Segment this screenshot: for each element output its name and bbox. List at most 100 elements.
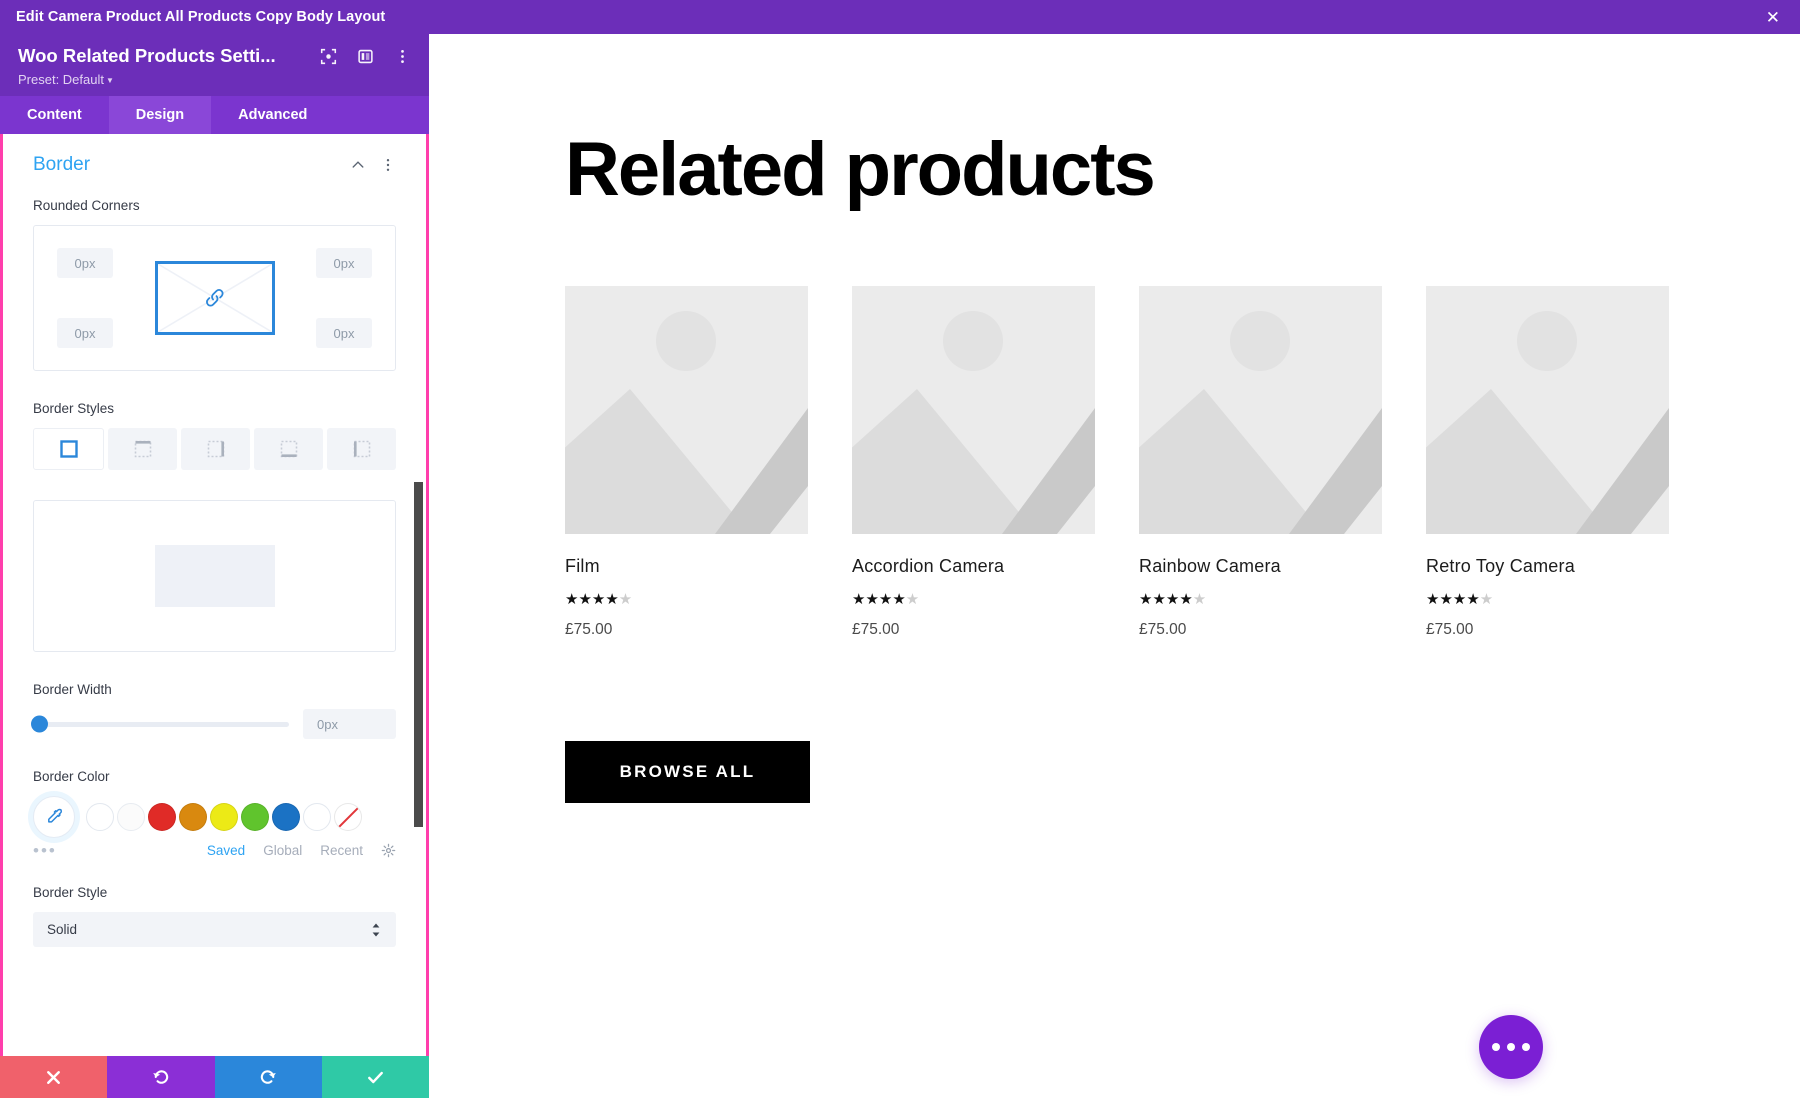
tab-advanced[interactable]: Advanced	[211, 96, 334, 134]
border-style-top-side-button[interactable]	[108, 428, 177, 470]
color-tab-global[interactable]: Global	[263, 843, 302, 858]
preset-selector[interactable]: Preset: Default ▼	[18, 72, 411, 87]
color-swatch-green[interactable]	[241, 803, 269, 831]
product-card[interactable]: Rainbow Camera ★★★★★ £75.00	[1139, 286, 1382, 639]
corner-input-bottom-right[interactable]: 0px	[316, 318, 372, 348]
product-image-placeholder[interactable]	[1139, 286, 1382, 534]
close-x-icon	[47, 1070, 61, 1084]
image-placeholder-icon	[1426, 286, 1669, 534]
top-side-icon	[134, 440, 151, 458]
color-swatch-white-2[interactable]	[303, 803, 331, 831]
product-rating: ★★★★★	[852, 591, 920, 608]
color-swatch-yellow[interactable]	[210, 803, 238, 831]
border-width-control: 0px	[31, 709, 396, 739]
layout-panel-icon[interactable]	[357, 48, 374, 65]
left-side-icon	[353, 440, 370, 458]
tab-content[interactable]: Content	[0, 96, 109, 134]
color-tab-saved[interactable]: Saved	[207, 843, 245, 858]
color-swatch-blue[interactable]	[272, 803, 300, 831]
section-options-vertical-dots-icon[interactable]	[380, 157, 396, 173]
vertical-dots-icon[interactable]	[394, 48, 411, 65]
product-card[interactable]: Film ★★★★★ £75.00	[565, 286, 808, 639]
layout-title: Edit Camera Product All Products Copy Bo…	[16, 9, 386, 25]
border-style-select[interactable]: Solid	[33, 912, 396, 947]
border-style-right-side-button[interactable]	[181, 428, 250, 470]
bottom-side-icon	[280, 440, 297, 458]
close-icon[interactable]: ✕	[1762, 7, 1784, 28]
eyedropper-icon	[47, 808, 62, 823]
color-swatch-red[interactable]	[148, 803, 176, 831]
product-name: Accordion Camera	[852, 556, 1005, 576]
color-swatch-offwhite[interactable]	[117, 803, 145, 831]
product-name: Retro Toy Camera	[1426, 556, 1575, 576]
rounded-corners-label: Rounded Corners	[33, 198, 140, 213]
border-width-input[interactable]: 0px	[303, 709, 396, 739]
select-updown-arrows-icon	[372, 923, 380, 936]
corner-input-top-right[interactable]: 0px	[316, 248, 372, 278]
image-placeholder-icon	[565, 286, 808, 534]
right-side-icon	[207, 440, 224, 458]
focus-target-icon[interactable]	[320, 48, 337, 65]
cancel-button[interactable]	[0, 1056, 108, 1098]
action-bar	[0, 1056, 429, 1098]
border-preview-box	[33, 500, 396, 652]
slider-handle[interactable]	[31, 715, 48, 733]
section-title: Border	[33, 154, 91, 175]
panel-tabs: Content Design Advanced	[0, 96, 429, 134]
product-card[interactable]: Accordion Camera ★★★★★ £75.00	[852, 286, 1095, 639]
browse-all-button[interactable]: BROWSE ALL	[565, 741, 810, 803]
product-rating: ★★★★★	[1139, 591, 1207, 608]
product-image-placeholder[interactable]	[1426, 286, 1669, 534]
product-rating: ★★★★★	[1426, 591, 1494, 608]
color-swatch-orange[interactable]	[179, 803, 207, 831]
chevron-up-icon[interactable]	[350, 157, 366, 173]
border-styles-control	[33, 428, 396, 470]
product-card[interactable]: Retro Toy Camera ★★★★★ £75.00	[1426, 286, 1669, 639]
save-button[interactable]	[321, 1056, 429, 1098]
undo-button[interactable]	[107, 1056, 215, 1098]
link-chain-icon	[157, 264, 272, 332]
more-colors-icon[interactable]: •••	[33, 842, 57, 859]
border-width-label: Border Width	[33, 682, 112, 697]
builder-fab-button[interactable]	[1479, 1015, 1543, 1079]
corner-input-bottom-left[interactable]: 0px	[57, 318, 113, 348]
border-style-value: Solid	[47, 922, 78, 937]
color-swatch-white[interactable]	[86, 803, 114, 831]
border-style-label: Border Style	[33, 885, 108, 900]
border-section-header: Border	[33, 154, 396, 176]
corner-preview-box[interactable]	[154, 261, 275, 335]
color-swatch-meta: ••• Saved Global Recent	[33, 842, 396, 859]
image-placeholder-icon	[1139, 286, 1382, 534]
color-swatch-transparent[interactable]	[334, 803, 362, 831]
settings-panel: Woo Related Products Setti... Preset: De…	[0, 34, 429, 1098]
undo-arrow-icon	[153, 1069, 169, 1084]
color-picker-button[interactable]	[33, 796, 75, 838]
three-dots-icon	[1507, 1043, 1515, 1051]
border-style-left-side-button[interactable]	[327, 428, 396, 470]
product-name: Rainbow Camera	[1139, 556, 1281, 576]
product-price: £75.00	[1139, 621, 1187, 638]
color-tab-recent[interactable]: Recent	[320, 843, 363, 858]
tab-design[interactable]: Design	[108, 96, 212, 134]
border-preview-rectangle	[154, 545, 275, 607]
image-placeholder-icon	[852, 286, 1095, 534]
border-style-all-sides-button[interactable]	[33, 428, 104, 470]
gear-icon[interactable]	[381, 843, 396, 858]
checkmark-icon	[367, 1071, 383, 1083]
page-preview: Related products Film ★★★★★ £75.00 Accor…	[429, 34, 1800, 1098]
module-title: Woo Related Products Setti...	[18, 45, 276, 66]
border-style-bottom-side-button[interactable]	[254, 428, 323, 470]
redo-arrow-icon	[260, 1069, 276, 1084]
page-title: Related products	[565, 127, 1156, 212]
panel-scrollbar[interactable]	[414, 482, 423, 827]
corner-input-top-left[interactable]: 0px	[57, 248, 113, 278]
border-color-swatches	[33, 796, 396, 838]
product-price: £75.00	[852, 621, 900, 638]
redo-button[interactable]	[214, 1056, 322, 1098]
product-rating: ★★★★★	[565, 591, 633, 608]
product-image-placeholder[interactable]	[565, 286, 808, 534]
product-grid: Film ★★★★★ £75.00 Accordion Camera ★★★★★…	[565, 286, 1800, 639]
product-image-placeholder[interactable]	[852, 286, 1095, 534]
border-width-slider[interactable]	[31, 715, 289, 733]
rounded-corners-control: 0px 0px 0px 0px	[33, 225, 396, 371]
